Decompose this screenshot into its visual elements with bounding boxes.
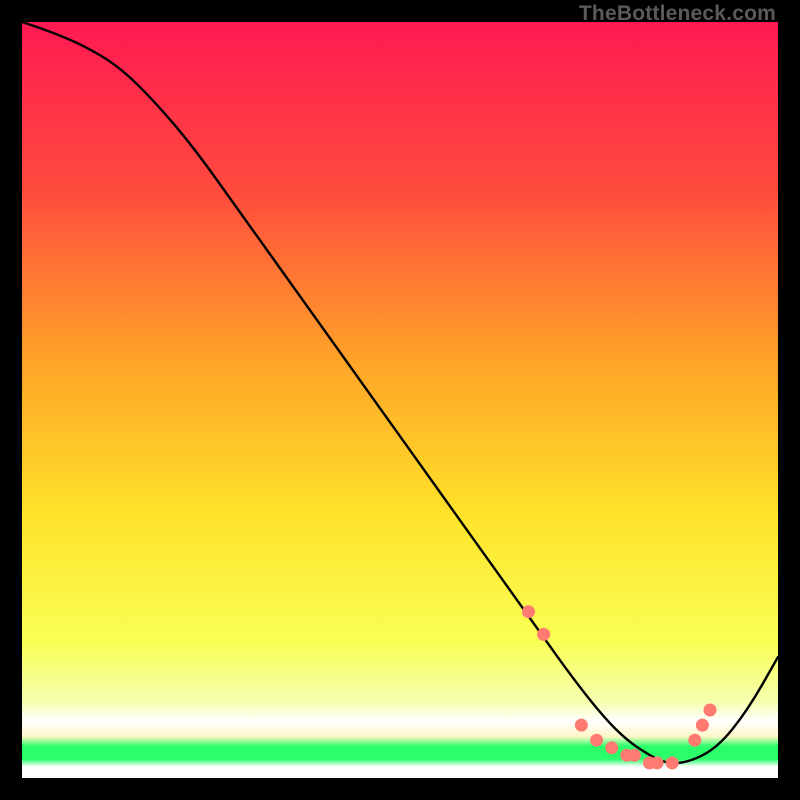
chart-svg bbox=[22, 22, 778, 778]
highlight-dot bbox=[628, 749, 641, 762]
chart-frame bbox=[22, 22, 778, 778]
highlight-dot bbox=[575, 719, 588, 732]
highlight-dot bbox=[522, 605, 535, 618]
gradient-background bbox=[22, 22, 778, 778]
highlight-dot bbox=[590, 734, 603, 747]
highlight-dot bbox=[688, 734, 701, 747]
highlight-dot bbox=[605, 741, 618, 754]
highlight-dot bbox=[537, 628, 550, 641]
watermark-text: TheBottleneck.com bbox=[579, 2, 776, 26]
highlight-dot bbox=[666, 756, 679, 769]
highlight-dot bbox=[696, 719, 709, 732]
highlight-dot bbox=[704, 704, 717, 717]
highlight-dot bbox=[651, 756, 664, 769]
